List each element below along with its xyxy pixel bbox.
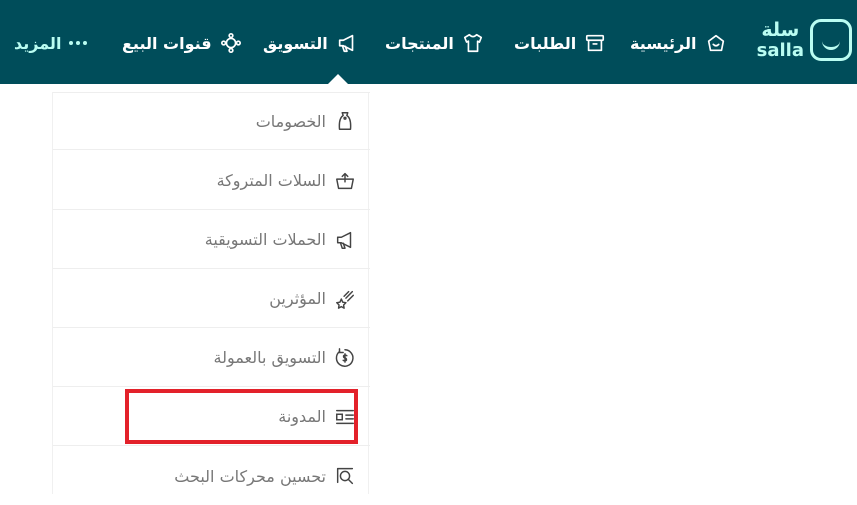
menu-item-affiliate[interactable]: التسويق بالعمولة: [53, 329, 370, 387]
menu-item-abandoned-carts[interactable]: السلات المتروكة: [53, 152, 370, 210]
article-icon: [336, 409, 354, 424]
menu-item-blog[interactable]: المدونة: [53, 388, 370, 446]
more-dots-icon: [69, 41, 88, 45]
menu-item-seo-label: تحسين محركات البحث: [174, 466, 326, 486]
home-icon: [707, 34, 724, 52]
brand-name-ar: سلة: [761, 18, 800, 41]
menu-item-seo[interactable]: تحسين محركات البحث: [53, 447, 370, 505]
menu-item-influencers[interactable]: المؤثرين: [53, 270, 370, 328]
nav-orders-label: الطلبات: [514, 33, 577, 53]
menu-item-affiliate-label: التسويق بالعمولة: [213, 348, 326, 367]
menu-item-abandoned-carts-label: السلات المتروكة: [216, 171, 326, 190]
menu-item-discounts-label: الخصومات: [255, 111, 326, 131]
search-page-icon: [336, 467, 354, 485]
shooting-star-icon: [336, 290, 354, 309]
dollar-cycle-icon: [335, 347, 354, 367]
archive-box-icon: [586, 34, 605, 52]
menu-item-blog-label: المدونة: [278, 407, 326, 426]
nav-marketing[interactable]: التسويق: [263, 28, 358, 58]
brand-logo[interactable]: سلة salla: [752, 16, 852, 64]
menu-item-campaigns[interactable]: الحملات التسويقية: [53, 211, 370, 269]
nav-sales-channels-label: قنوات البيع: [122, 33, 212, 53]
megaphone-icon: [338, 34, 354, 53]
dropdown-caret: [327, 74, 349, 85]
nav-sales-channels[interactable]: قنوات البيع: [122, 28, 242, 58]
basket-icon: [336, 172, 354, 189]
menu-item-discounts[interactable]: الخصومات: [53, 92, 370, 150]
nav-home-label: الرئيسية: [630, 33, 697, 53]
nav-marketing-label: التسويق: [263, 33, 328, 53]
brand-name-en: salla: [756, 39, 804, 61]
nav-orders[interactable]: الطلبات: [514, 28, 606, 58]
tshirt-icon: [463, 33, 482, 53]
menu-item-influencers-label: المؤثرين: [269, 289, 326, 308]
nav-home[interactable]: الرئيسية: [630, 28, 727, 58]
nav-more-label: المزيد: [14, 33, 62, 53]
nav-more[interactable]: المزيد: [14, 28, 88, 58]
nav-products[interactable]: المنتجات: [385, 28, 484, 58]
nav-products-label: المنتجات: [385, 33, 454, 53]
top-navbar: سلة salla الرئيسية الطلبات المنتجات التس…: [0, 0, 857, 84]
channels-icon: [220, 33, 241, 53]
megaphone-icon: [336, 231, 352, 249]
menu-item-campaigns-label: الحملات التسويقية: [204, 230, 326, 249]
discount-tag-icon: [338, 112, 352, 130]
salla-logo-icon: [810, 19, 852, 61]
marketing-dropdown: الخصومات السلات المتروكة الحملات التسويق…: [52, 92, 370, 494]
